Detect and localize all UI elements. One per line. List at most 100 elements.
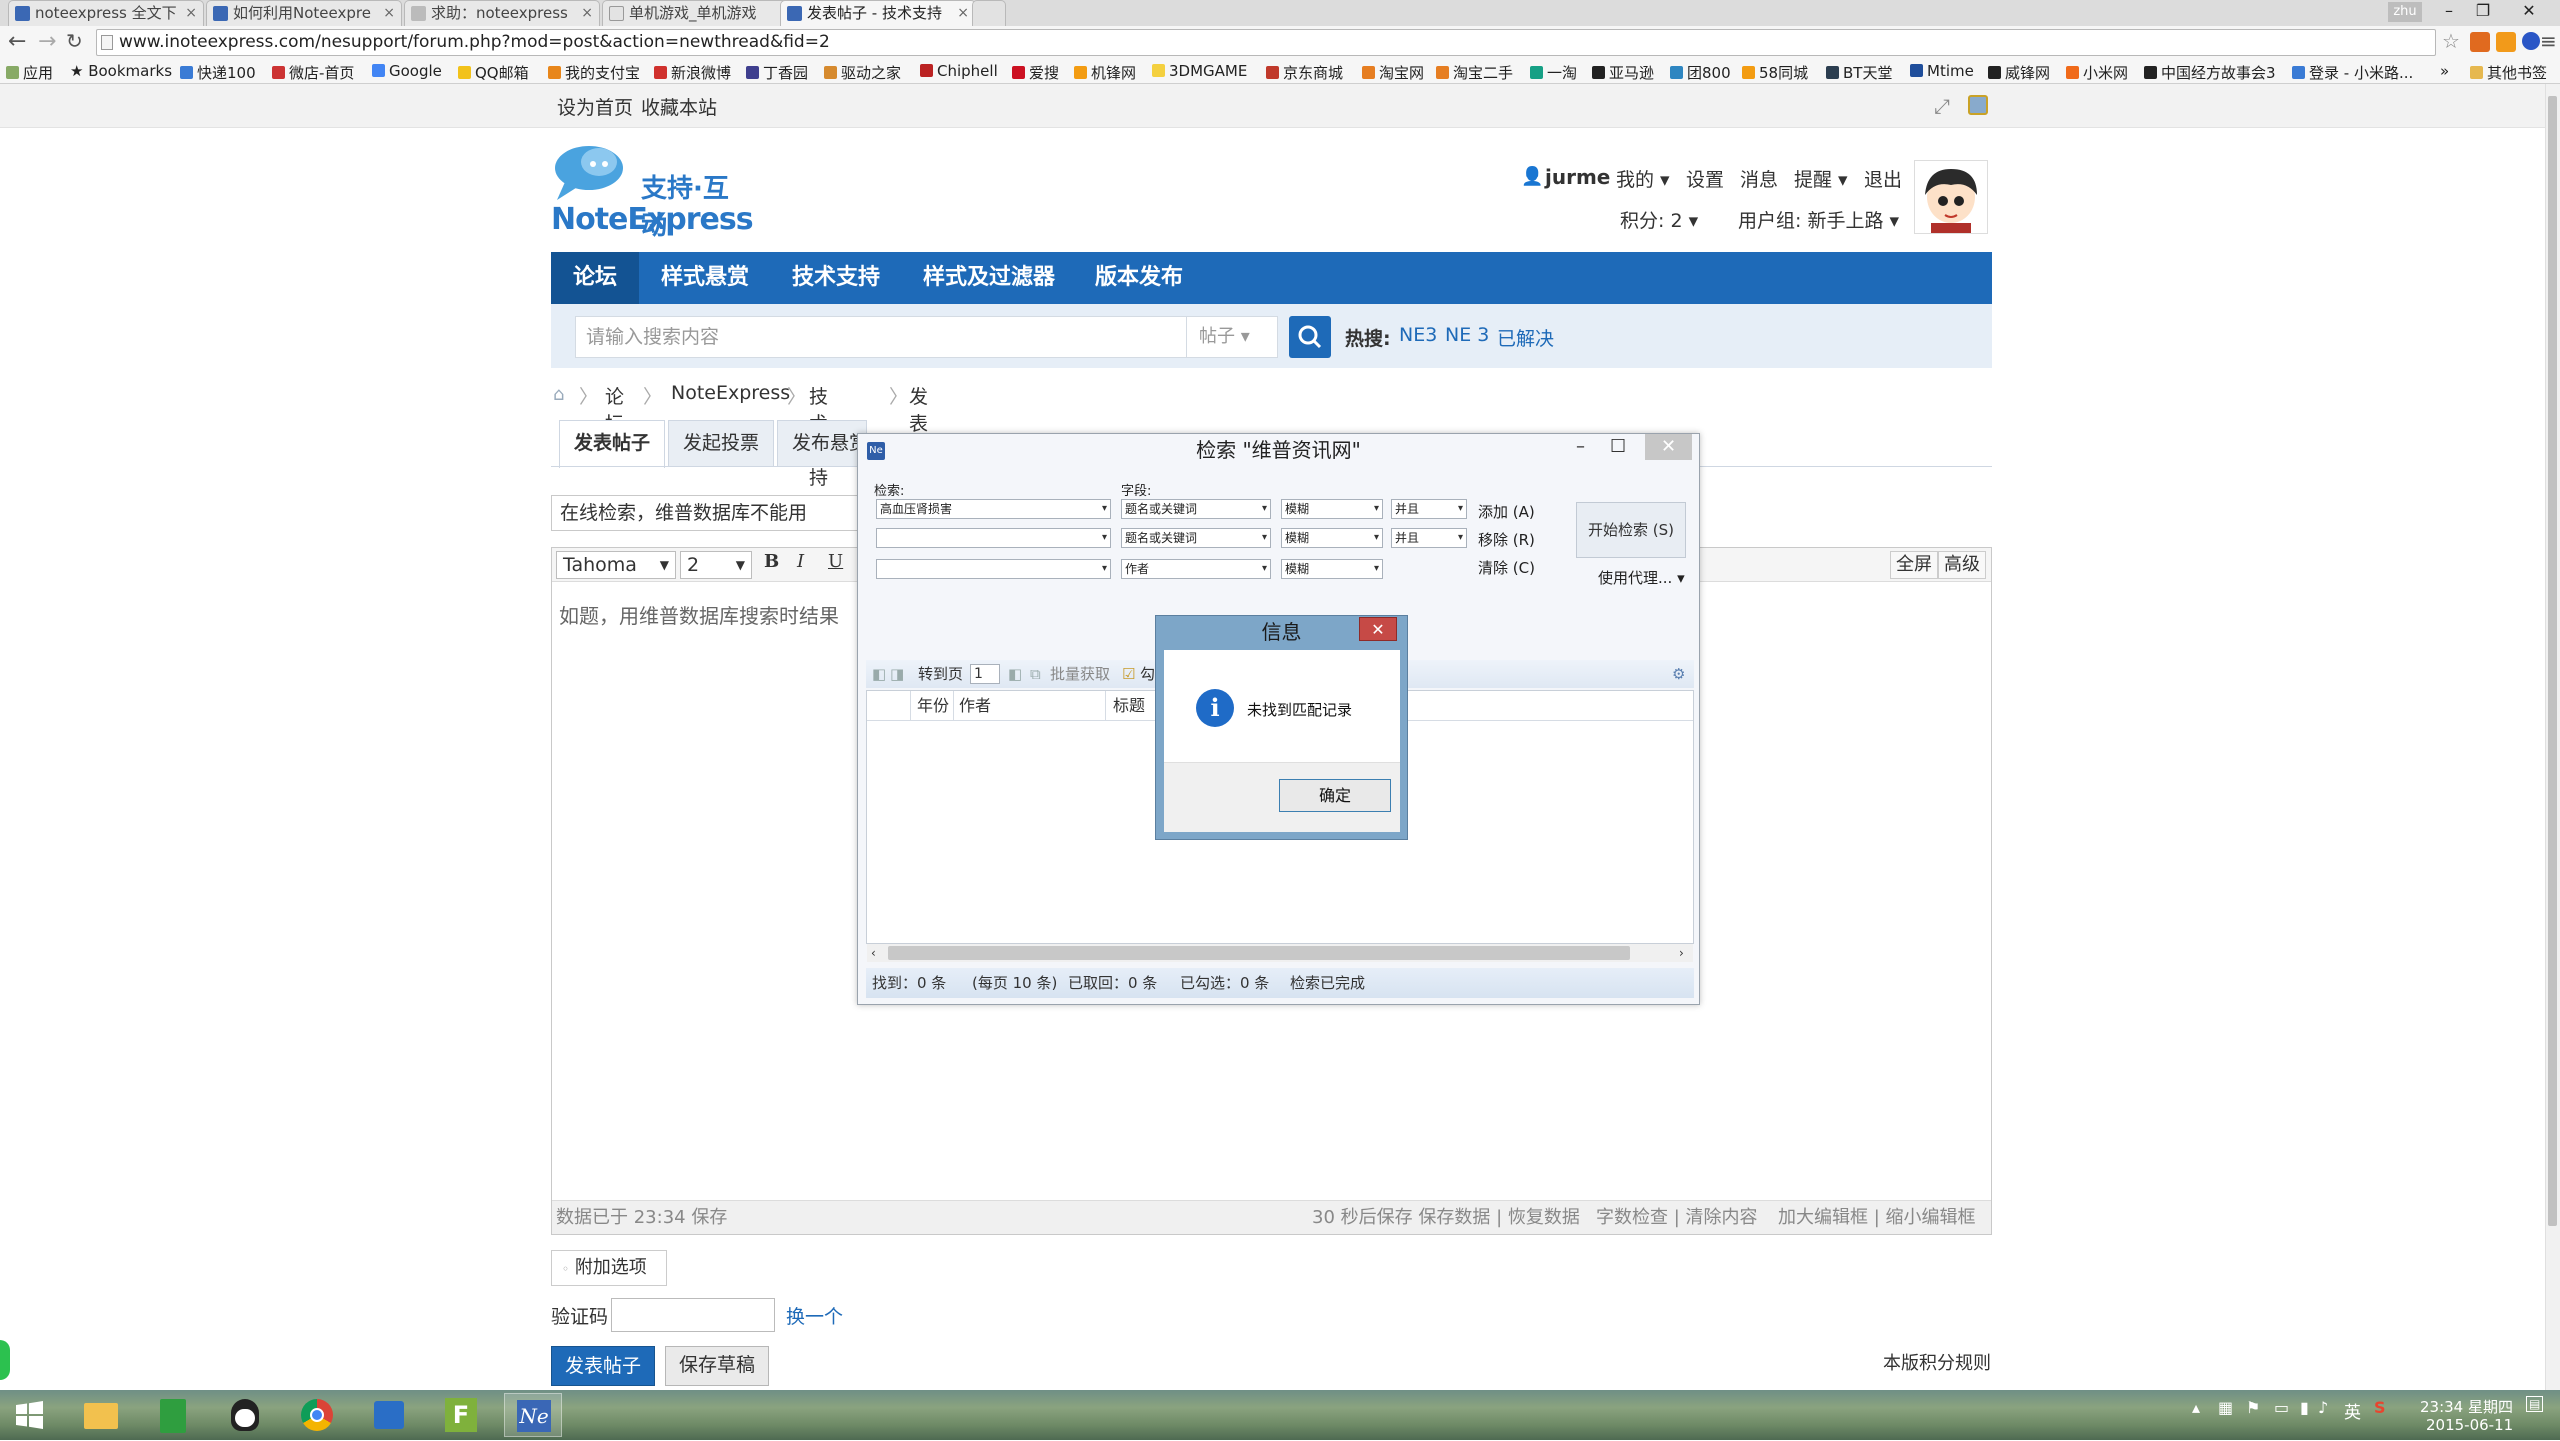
set-homepage-link[interactable]: 设为首页	[557, 93, 633, 120]
font-family-select[interactable]: Tahoma ▼	[556, 551, 676, 579]
file-explorer-icon[interactable]	[72, 1393, 130, 1437]
bookmark-item[interactable]: 小米网	[2066, 62, 2128, 83]
match-combo[interactable]: 模糊 ▾	[1281, 528, 1383, 548]
bookmark-item[interactable]: 淘宝二手	[1436, 62, 1513, 83]
goto-icon[interactable]: ◧	[1008, 660, 1022, 688]
field-combo[interactable]: 题名或关键词 ▾	[1121, 528, 1271, 548]
hot-search-term[interactable]: NE 3	[1445, 324, 1489, 346]
minimize-window-icon[interactable]: –	[1576, 436, 1585, 457]
home-icon[interactable]: ⌂	[553, 384, 564, 405]
search-input[interactable]: 请输入搜索内容	[575, 316, 1187, 358]
check-icon[interactable]: ☑	[1122, 660, 1135, 688]
ime-indicator[interactable]: 英	[2344, 1398, 2361, 1423]
captcha-input[interactable]	[611, 1298, 775, 1332]
user-group-link[interactable]: 用户组: 新手上路 ▾	[1738, 206, 1899, 233]
bookmark-site-link[interactable]: 收藏本站	[641, 93, 717, 120]
clock-time[interactable]: 23:34 星期四	[2420, 1396, 2513, 1417]
match-combo[interactable]: 模糊 ▾	[1281, 499, 1383, 519]
nav-releases[interactable]: 版本发布	[1073, 252, 1205, 304]
editor-body-text[interactable]: 如题，用维普数据库搜索时结果	[559, 600, 857, 629]
extra-options-toggle[interactable]: ◦ 附加选项	[551, 1250, 667, 1286]
breadcrumb-item[interactable]: NoteExpress	[671, 382, 790, 404]
advanced-mode-button[interactable]: 高级	[1938, 551, 1986, 579]
bookmark-item[interactable]: 机锋网	[1074, 62, 1136, 83]
close-tab-icon[interactable]: ×	[185, 1, 197, 25]
tray-app-icon[interactable]: ▦	[2218, 1398, 2233, 1417]
batch-fetch-button[interactable]: 批量获取	[1050, 660, 1110, 688]
bookmark-item[interactable]: ★ Bookmarks	[70, 62, 172, 80]
notification-icon[interactable]: ▤	[2526, 1396, 2544, 1412]
volume-icon[interactable]: ♪	[2318, 1398, 2328, 1417]
bookmark-item[interactable]: 一淘	[1530, 62, 1577, 83]
word-count-clear-links[interactable]: 字数检查 | 清除内容	[1596, 1201, 1758, 1235]
logic-combo[interactable]: 并且 ▾	[1391, 499, 1467, 519]
hot-search-term[interactable]: 已解决	[1497, 324, 1554, 351]
messages-link[interactable]: 消息	[1740, 165, 1778, 192]
restore-window-icon[interactable]: ❐	[2466, 0, 2500, 24]
italic-button[interactable]: I	[797, 551, 804, 572]
remove-row-button[interactable]: 移除 (R)	[1478, 529, 1535, 550]
page-scrollbar-thumb[interactable]	[2548, 96, 2557, 1226]
search-term-combo[interactable]: ▾	[876, 528, 1111, 548]
check-button[interactable]: 勾	[1140, 660, 1155, 688]
nav-forum[interactable]: 论坛	[551, 252, 640, 304]
qq-icon[interactable]	[216, 1393, 274, 1437]
bookmark-item[interactable]: QQ邮箱	[458, 62, 529, 83]
new-tab-button[interactable]	[972, 0, 1006, 26]
bookmark-item[interactable]: 爱搜	[1012, 62, 1059, 83]
bookmark-item[interactable]: 亚马逊	[1592, 62, 1654, 83]
browser-tab[interactable]: 单机游戏_单机游戏×	[602, 0, 798, 26]
browser-tab-active[interactable]: 发表帖子 - 技术支持 ×	[780, 0, 976, 26]
bookmark-item[interactable]: 微店-首页	[272, 62, 354, 83]
clear-button[interactable]: 清除 (C)	[1478, 557, 1535, 578]
column-title[interactable]: 标题	[1113, 691, 1145, 721]
network-status-icon[interactable]: ▮	[2300, 1398, 2309, 1417]
bookmark-item[interactable]: 应用	[6, 62, 53, 83]
results-hscrollbar-thumb[interactable]	[888, 946, 1630, 960]
settings-link[interactable]: 设置	[1686, 165, 1724, 192]
bookmarks-overflow-button[interactable]: »	[2440, 62, 2449, 80]
floating-widget[interactable]	[0, 1340, 10, 1380]
action-center-icon[interactable]: ⚑	[2246, 1398, 2260, 1417]
add-row-button[interactable]: 添加 (A)	[1478, 501, 1535, 522]
forward-icon[interactable]: →	[38, 29, 56, 54]
column-author[interactable]: 作者	[959, 691, 991, 721]
bookmark-item[interactable]: 58同城	[1742, 62, 1808, 83]
column-settings-icon[interactable]: ⚙	[1672, 660, 1685, 688]
chrome-icon[interactable]	[288, 1393, 346, 1437]
bookmark-item[interactable]: BT天堂	[1826, 62, 1892, 83]
page-number-input[interactable]: 1	[970, 664, 1000, 684]
bookmark-item[interactable]: 淘宝网	[1362, 62, 1424, 83]
nav-tech-support[interactable]: 技术支持	[770, 252, 902, 304]
bookmark-item[interactable]: Chiphell	[920, 62, 998, 80]
resize-editor-links[interactable]: 加大编辑框 | 缩小编辑框	[1778, 1201, 1976, 1235]
close-dialog-icon[interactable]: ✕	[1359, 617, 1397, 641]
profile-badge[interactable]: zhu	[2388, 2, 2422, 22]
bookmark-item[interactable]: 3DMGAME	[1152, 62, 1247, 80]
clock-date[interactable]: 2015-06-11	[2426, 1416, 2513, 1434]
reminders-link[interactable]: 提醒 ▾	[1794, 165, 1848, 192]
bookmark-item[interactable]: 登录 - 小米路...	[2292, 62, 2413, 83]
submit-post-button[interactable]: 发表帖子	[551, 1346, 655, 1386]
close-tab-icon[interactable]: ×	[957, 1, 969, 25]
logic-combo[interactable]: 并且 ▾	[1391, 528, 1467, 548]
extension-icon[interactable]	[2470, 32, 2490, 52]
bookmark-star-icon[interactable]: ☆	[2442, 29, 2460, 53]
match-combo[interactable]: 模糊 ▾	[1281, 559, 1383, 579]
fullscreen-button[interactable]: 全屏	[1890, 551, 1938, 579]
close-tab-icon[interactable]: ×	[581, 1, 593, 25]
noteexpress-taskbar-icon[interactable]: Ne	[504, 1393, 562, 1437]
bookmark-item[interactable]: 团800	[1670, 62, 1731, 83]
address-bar[interactable]: www.inoteexpress.com/nesupport/forum.php…	[96, 29, 2436, 56]
nav-styles-filters[interactable]: 样式及过滤器	[901, 252, 1077, 304]
avatar[interactable]	[1914, 160, 1988, 234]
back-icon[interactable]: ←	[8, 29, 26, 54]
prev-page-icon[interactable]: ◧	[872, 660, 886, 688]
username-link[interactable]: jurme	[1545, 165, 1610, 189]
menu-icon[interactable]: ≡	[2540, 29, 2557, 53]
search-term-combo[interactable]: 高血压肾损害 ▾	[876, 499, 1111, 519]
nav-style-bounty[interactable]: 样式悬赏	[639, 252, 771, 304]
extension-icon[interactable]	[2522, 32, 2540, 50]
minimize-window-icon[interactable]: –	[2432, 0, 2466, 24]
reload-icon[interactable]: ↻	[66, 29, 83, 53]
